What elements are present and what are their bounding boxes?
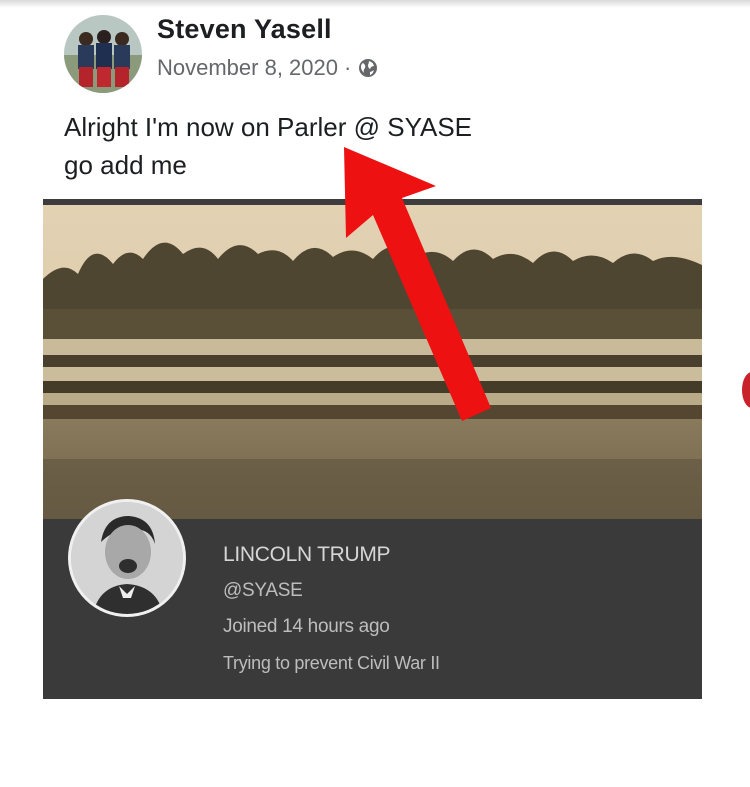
post-text-line-1: Alright I'm now on Parler @ SYASE — [64, 112, 473, 142]
author-avatar[interactable] — [64, 15, 142, 93]
parler-bio: Trying to prevent Civil War II — [223, 653, 440, 673]
globe-icon[interactable] — [357, 57, 379, 79]
parler-joined-date: Joined 14 hours ago — [223, 616, 390, 637]
parler-handle: @SYASE — [223, 580, 303, 601]
partial-red-icon — [742, 372, 750, 408]
civil-war-banner-photo — [43, 199, 702, 529]
parler-profile-avatar[interactable] — [68, 499, 186, 617]
post-text: Alright I'm now on Parler @ SYASE go add… — [64, 108, 472, 184]
parler-display-name: LINCOLN TRUMP — [223, 543, 391, 566]
shared-parler-screenshot[interactable]: LINCOLN TRUMP @SYASE Joined 14 hours ago… — [43, 199, 702, 699]
top-divider — [0, 0, 750, 8]
post-text-line-2: go add me — [64, 150, 187, 180]
post-date[interactable]: November 8, 2020 — [157, 55, 338, 81]
post-meta: November 8, 2020 · — [157, 55, 379, 81]
author-name[interactable]: Steven Yasell — [157, 14, 332, 45]
meta-separator: · — [344, 55, 352, 80]
facebook-post: Steven Yasell November 8, 2020 · Alright… — [0, 0, 750, 787]
